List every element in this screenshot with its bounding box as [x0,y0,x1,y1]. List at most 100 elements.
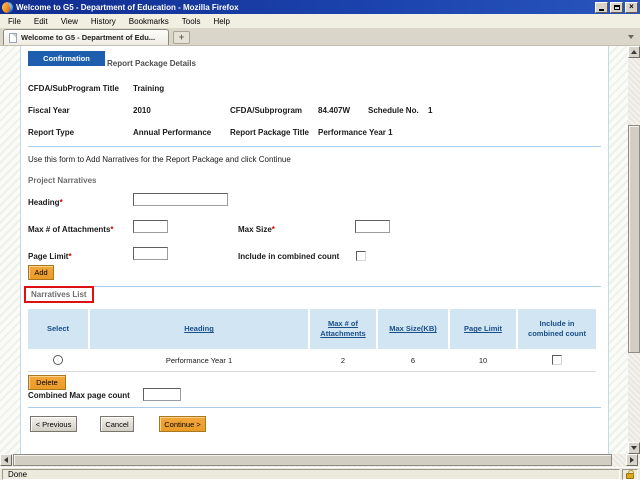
heading-label: Heading* [28,198,63,207]
horizontal-scroll-thumb[interactable] [13,454,612,466]
col-header-max-attachments[interactable]: Max # of Attachments [310,309,376,349]
tab-list-button[interactable] [625,32,637,42]
report-package-title-value: Performance Year 1 [318,128,393,137]
max-size-sort-link[interactable]: Max Size(KB) [389,324,437,334]
confirmation-button[interactable]: Confirmation [28,51,105,66]
restore-icon [613,4,620,10]
menu-view[interactable]: View [61,17,78,26]
title-bar: Welcome to G5 - Department of Education … [0,0,640,14]
col-header-page-limit[interactable]: Page Limit [450,309,516,349]
cfda-subprogram-title-label: CFDA/SubProgram Title [28,84,119,93]
arrow-right-icon [630,457,634,463]
row-heading-value: Performance Year 1 [165,355,233,365]
arrow-down-icon [631,446,637,450]
max-size-input[interactable] [355,220,390,233]
vertical-scroll-thumb[interactable] [628,125,640,353]
page-limit-sort-link[interactable]: Page Limit [464,324,502,334]
narratives-table: Select Heading Max # of Attachments Max … [28,309,596,372]
chevron-down-icon [628,35,634,39]
instructions-text: Use this form to Add Narratives for the … [28,155,291,164]
delete-button[interactable]: Delete [28,375,66,390]
row-max-attachments-value: 2 [340,355,346,365]
window-title: Welcome to G5 - Department of Education … [16,2,239,12]
col-header-max-size[interactable]: Max Size(KB) [378,309,448,349]
cfda-subprogram-title-value: Training [133,84,165,93]
minimize-button[interactable] [595,1,608,13]
section-divider [28,146,601,147]
table-header-row: Select Heading Max # of Attachments Max … [28,309,596,349]
menu-bar: File Edit View History Bookmarks Tools H… [0,14,640,29]
heading-sort-link[interactable]: Heading [184,324,214,334]
add-button[interactable]: Add [28,265,54,280]
required-marker: * [110,225,114,234]
close-button[interactable]: × [625,1,638,13]
page-limit-input[interactable] [133,247,168,260]
close-icon: × [629,2,634,11]
row-max-size-value: 6 [410,355,416,365]
max-attachments-input[interactable] [133,220,168,233]
menu-tools[interactable]: Tools [182,17,201,26]
report-type-value: Annual Performance [133,128,212,137]
menu-help[interactable]: Help [213,17,229,26]
include-combined-checkbox[interactable] [356,251,366,261]
scroll-left-button[interactable] [0,454,12,466]
cfda-subprogram-label: CFDA/Subprogram [230,106,302,115]
cancel-button[interactable]: Cancel [100,416,134,432]
arrow-left-icon [4,457,8,463]
schedule-no-value: 1 [428,106,433,115]
combined-max-label: Combined Max page count [28,391,130,400]
menu-bookmarks[interactable]: Bookmarks [129,17,169,26]
menu-history[interactable]: History [91,17,116,26]
scroll-up-button[interactable] [628,46,640,58]
row-page-limit-value: 10 [478,355,488,365]
status-bar: Done [0,467,640,480]
new-tab-button[interactable]: + [173,31,190,44]
required-marker: * [59,198,63,207]
col-header-include: Include in combined count [518,309,596,349]
project-narratives-heading: Project Narratives [28,176,97,185]
page-title: Report Package Details [107,59,196,68]
security-indicator[interactable] [622,469,638,480]
scroll-right-button[interactable] [626,454,638,466]
row-select-radio[interactable] [53,355,63,365]
status-text: Done [2,469,620,480]
narratives-list-highlight: Narratives List [24,286,94,303]
col-header-heading[interactable]: Heading [90,309,308,349]
report-package-title-label: Report Package Title [230,128,309,137]
minimize-icon [599,8,604,11]
section-divider [28,286,601,287]
section-divider [28,407,601,408]
firefox-icon [2,1,13,13]
page-icon [9,32,17,43]
tab-bar: Welcome to G5 - Department of Edu... + [0,29,640,46]
combined-max-input[interactable] [143,388,181,401]
include-combined-label: Include in combined count [238,252,340,261]
table-row: Performance Year 1 2 6 10 [28,349,596,372]
continue-button[interactable]: Continue > [159,416,206,432]
vertical-scrollbar[interactable] [628,46,640,454]
fiscal-year-value: 2010 [133,106,151,115]
arrow-up-icon [631,50,637,54]
required-marker: * [68,252,72,261]
max-size-label: Max Size* [238,225,275,234]
previous-button[interactable]: < Previous [30,416,77,432]
narratives-list-heading: Narratives List [31,290,87,299]
heading-input[interactable] [133,193,228,206]
restore-button[interactable] [610,1,623,13]
schedule-no-label: Schedule No. [368,106,419,115]
page-content: Confirmation Report Package Details CFDA… [0,46,628,454]
max-attachments-label: Max # of Attachments* [28,225,114,234]
browser-window: Welcome to G5 - Department of Education … [0,0,640,480]
col-header-select: Select [28,309,88,349]
lock-icon [626,470,634,479]
tab-welcome-g5[interactable]: Welcome to G5 - Department of Edu... [3,29,169,45]
row-include-checkbox[interactable] [552,355,562,365]
max-attachments-sort-link[interactable]: Max # of Attachments [313,319,373,339]
scroll-down-button[interactable] [628,442,640,454]
required-marker: * [271,225,275,234]
tab-title: Welcome to G5 - Department of Edu... [21,33,156,42]
fiscal-year-label: Fiscal Year [28,106,70,115]
menu-edit[interactable]: Edit [34,17,48,26]
menu-file[interactable]: File [8,17,21,26]
horizontal-scrollbar[interactable] [0,454,640,467]
